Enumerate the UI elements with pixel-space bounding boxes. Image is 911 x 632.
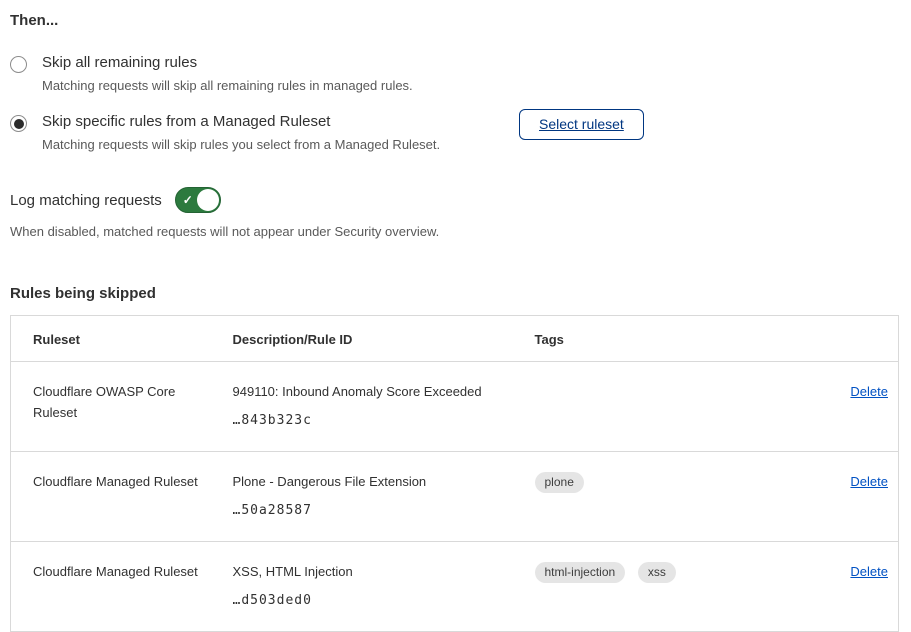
rules-being-skipped-title: Rules being skipped <box>10 285 899 302</box>
option-skip-specific-rules: Skip specific rules from a Managed Rules… <box>10 112 899 153</box>
log-matching-requests-toggle[interactable]: ✓ <box>175 187 221 213</box>
description-cell: XSS, HTML Injection …d503ded0 <box>223 542 525 632</box>
tags-cell: plone <box>525 452 811 542</box>
table-row: Cloudflare Managed Ruleset Plone - Dange… <box>11 452 899 542</box>
option-skip-specific-rules-label[interactable]: Skip specific rules from a Managed Rules… <box>42 112 519 131</box>
rule-id: …50a28587 <box>233 500 515 521</box>
select-ruleset-button[interactable]: Select ruleset <box>519 109 644 140</box>
skipped-rules-table: Ruleset Description/Rule ID Tags Cloudfl… <box>10 315 899 632</box>
table-header-row: Ruleset Description/Rule ID Tags <box>11 316 899 362</box>
ruleset-cell: Cloudflare Managed Ruleset <box>11 452 223 542</box>
rule-description: 949110: Inbound Anomaly Score Exceeded <box>233 381 515 402</box>
delete-link[interactable]: Delete <box>850 384 888 399</box>
rule-description: XSS, HTML Injection <box>233 561 515 582</box>
tags-cell: html-injection xss <box>525 542 811 632</box>
option-skip-all-rules-description: Matching requests will skip all remainin… <box>42 78 413 94</box>
column-header-ruleset: Ruleset <box>11 316 223 362</box>
description-cell: Plone - Dangerous File Extension …50a285… <box>223 452 525 542</box>
rule-id: …d503ded0 <box>233 590 515 611</box>
action-cell: Delete <box>811 362 899 452</box>
column-header-tags: Tags <box>525 316 811 362</box>
log-matching-requests-label: Log matching requests <box>10 192 162 209</box>
delete-link[interactable]: Delete <box>850 474 888 489</box>
tag-badge: plone <box>535 472 584 493</box>
radio-skip-all-rules[interactable] <box>10 56 27 73</box>
action-cell: Delete <box>811 452 899 542</box>
check-icon: ✓ <box>183 194 193 206</box>
log-matching-requests-row: Log matching requests ✓ <box>10 187 899 213</box>
ruleset-cell: Cloudflare OWASP Core Ruleset <box>11 362 223 452</box>
option-skip-all-rules-label[interactable]: Skip all remaining rules <box>42 53 413 72</box>
radio-skip-specific-rules[interactable] <box>10 115 27 132</box>
log-toggle-helper-text: When disabled, matched requests will not… <box>10 224 899 240</box>
tags-cell <box>525 362 811 452</box>
table-row: Cloudflare OWASP Core Ruleset 949110: In… <box>11 362 899 452</box>
delete-link[interactable]: Delete <box>850 564 888 579</box>
option-skip-specific-rules-description: Matching requests will skip rules you se… <box>42 137 519 153</box>
tag-badge: html-injection <box>535 562 626 583</box>
column-header-description: Description/Rule ID <box>223 316 525 362</box>
toggle-knob <box>197 189 219 211</box>
table-row: Cloudflare Managed Ruleset XSS, HTML Inj… <box>11 542 899 632</box>
column-header-actions <box>811 316 899 362</box>
rule-id: …843b323c <box>233 410 515 431</box>
description-cell: 949110: Inbound Anomaly Score Exceeded …… <box>223 362 525 452</box>
option-skip-all-rules: Skip all remaining rules Matching reques… <box>10 53 899 94</box>
action-cell: Delete <box>811 542 899 632</box>
rule-description: Plone - Dangerous File Extension <box>233 471 515 492</box>
then-section-title: Then... <box>10 12 899 29</box>
tag-badge: xss <box>638 562 676 583</box>
ruleset-cell: Cloudflare Managed Ruleset <box>11 542 223 632</box>
